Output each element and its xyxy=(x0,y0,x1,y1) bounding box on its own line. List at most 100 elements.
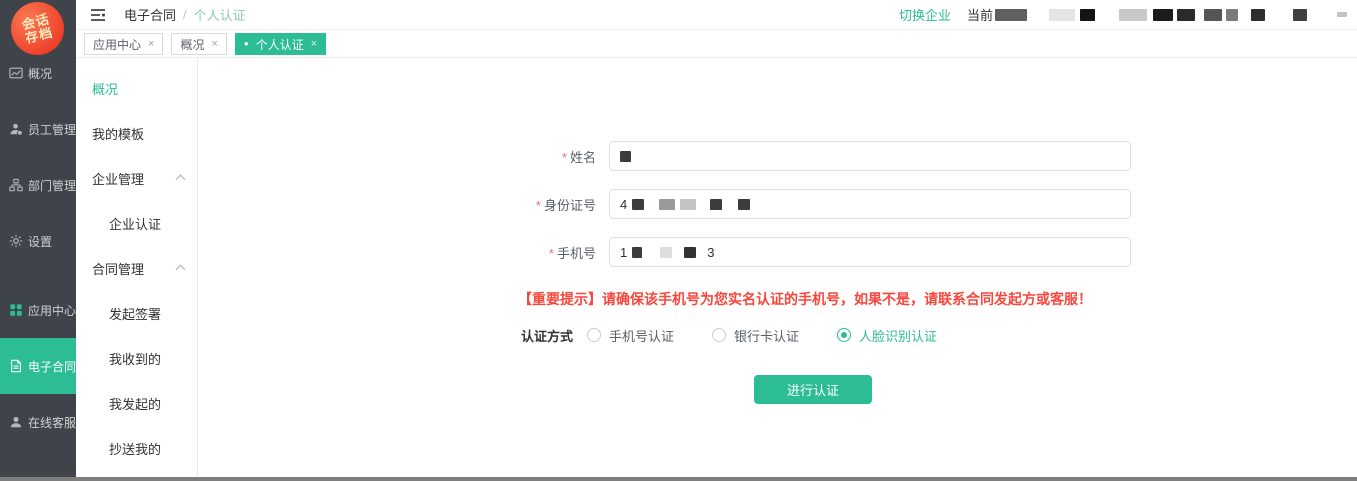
breadcrumb-separator: / xyxy=(183,7,187,22)
id-visible-prefix: 4 xyxy=(620,197,627,212)
sidebar-item-label: 设置 xyxy=(28,233,52,250)
redaction-block xyxy=(660,247,672,258)
submenu-item-initiated[interactable]: 我发起的 xyxy=(76,381,197,426)
sidebar-item-label: 员工管理 xyxy=(28,121,76,138)
tab-personal-auth[interactable]: ● 个人认证 × xyxy=(235,33,326,55)
redaction-block xyxy=(620,151,631,162)
tab-label: 概况 xyxy=(180,36,204,53)
redaction-block xyxy=(1293,9,1307,21)
redaction-block xyxy=(1153,9,1173,21)
sidebar-item-online-service[interactable]: 在线客服 xyxy=(0,394,76,450)
redaction-block xyxy=(684,247,696,258)
important-notice-text: 【重要提示】请确保该手机号为您实名认证的手机号，如果不是，请联系合同发起方或客服… xyxy=(479,289,1131,309)
submenu-item-contract-mgmt[interactable]: 合同管理 xyxy=(76,246,197,291)
redaction-block xyxy=(659,199,675,210)
phone-input[interactable]: 1 3 xyxy=(609,237,1131,267)
secondary-sidebar: 概况 我的模板 企业管理 企业认证 合同管理 发起签署 我收到的 我发起的 抄送… xyxy=(76,58,198,477)
submenu-label: 企业管理 xyxy=(92,169,144,188)
form-row-name: *姓名 xyxy=(479,141,1131,171)
field-label-text: 身份证号 xyxy=(544,198,596,213)
tabbar: 应用中心 × 概况 × ● 个人认证 × xyxy=(76,31,1357,58)
submenu-label: 企业认证 xyxy=(109,214,161,233)
gear-icon xyxy=(9,234,23,248)
radio-circle-icon[interactable] xyxy=(587,328,601,342)
radio-circle-icon[interactable] xyxy=(837,328,851,342)
radio-face-auth[interactable]: 人脸识别认证 xyxy=(837,326,937,345)
redaction-block xyxy=(1119,9,1147,21)
tab-overview[interactable]: 概况 × xyxy=(171,33,226,55)
grid-icon xyxy=(9,303,23,317)
sidebar-item-employees[interactable]: 员工管理 xyxy=(0,101,76,157)
primary-nav-bottom: 应用中心 电子合同 在线客服 xyxy=(0,282,76,450)
submenu-label: 合同管理 xyxy=(92,259,144,278)
sidebar-item-app-center[interactable]: 应用中心 xyxy=(0,282,76,338)
submenu-label: 我的模板 xyxy=(92,124,144,143)
form-row-id-number: *身份证号 4 xyxy=(479,189,1131,219)
close-icon[interactable]: × xyxy=(311,38,317,50)
sidebar-item-e-contract[interactable]: 电子合同 xyxy=(0,338,76,394)
topbar: 电子合同 / 个人认证 切换企业 当前 xyxy=(76,0,1357,30)
submenu-label: 抄送我的 xyxy=(109,439,161,458)
sidebar-item-settings[interactable]: 设置 xyxy=(0,213,76,269)
switch-company-link[interactable]: 切换企业 xyxy=(899,5,951,24)
submenu-item-enterprise-mgmt[interactable]: 企业管理 xyxy=(76,156,197,201)
auth-method-label: 认证方式 xyxy=(521,326,573,345)
close-icon[interactable]: × xyxy=(148,38,154,50)
user-icon xyxy=(9,122,23,136)
field-label-text: 姓名 xyxy=(570,150,596,165)
chevron-up-icon xyxy=(176,175,186,185)
required-mark: * xyxy=(562,150,567,165)
required-mark: * xyxy=(549,246,554,261)
submenu-label: 我发起的 xyxy=(109,394,161,413)
redaction-block xyxy=(1226,9,1238,21)
radio-label: 银行卡认证 xyxy=(734,326,799,345)
name-label: *姓名 xyxy=(479,147,609,166)
phone-visible-suffix: 3 xyxy=(707,245,714,260)
breadcrumb-current-page: 个人认证 xyxy=(194,5,246,24)
menu-fold-icon[interactable] xyxy=(90,8,106,22)
main-content: *姓名 *身份证号 4 *手机号 1 xyxy=(199,58,1357,477)
radio-circle-icon[interactable] xyxy=(712,328,726,342)
org-icon xyxy=(9,178,23,192)
id-number-input[interactable]: 4 xyxy=(609,189,1131,219)
proceed-auth-button[interactable]: 进行认证 xyxy=(754,375,872,404)
id-number-label: *身份证号 xyxy=(479,195,609,214)
name-input[interactable] xyxy=(609,141,1131,171)
personal-auth-form: *姓名 *身份证号 4 *手机号 1 xyxy=(479,141,1131,404)
primary-nav-top: 概况 员工管理 部门管理 设置 xyxy=(0,45,76,269)
sidebar-item-label: 部门管理 xyxy=(28,177,76,194)
phone-visible-prefix: 1 xyxy=(620,245,627,260)
phone-label: *手机号 xyxy=(479,243,609,262)
sidebar-item-overview[interactable]: 概况 xyxy=(0,45,76,101)
submenu-item-cc-me[interactable]: 抄送我的 xyxy=(76,426,197,471)
redaction-block xyxy=(1337,12,1347,17)
sidebar-item-label: 在线客服 xyxy=(28,414,76,431)
redaction-block xyxy=(632,247,642,258)
field-label-text: 手机号 xyxy=(557,246,596,261)
tab-app-center[interactable]: 应用中心 × xyxy=(84,33,163,55)
submenu-label: 概况 xyxy=(92,79,118,98)
submenu-item-enterprise-auth[interactable]: 企业认证 xyxy=(76,201,197,246)
service-icon xyxy=(9,415,23,429)
active-dot-icon: ● xyxy=(244,40,249,48)
radio-bankcard-auth[interactable]: 银行卡认证 xyxy=(712,326,799,345)
radio-label: 手机号认证 xyxy=(609,326,674,345)
sidebar-item-departments[interactable]: 部门管理 xyxy=(0,157,76,213)
submenu-item-initiate-sign[interactable]: 发起签署 xyxy=(76,291,197,336)
redaction-block xyxy=(1049,9,1075,21)
current-company-redacted xyxy=(995,9,1347,21)
submenu-label: 发起签署 xyxy=(109,304,161,323)
breadcrumb-app[interactable]: 电子合同 xyxy=(124,5,176,24)
submenu-item-received[interactable]: 我收到的 xyxy=(76,336,197,381)
submenu-item-my-templates[interactable]: 我的模板 xyxy=(76,111,197,156)
redaction-block xyxy=(738,199,750,210)
redaction-block xyxy=(995,9,1027,21)
bottom-scrollbar[interactable] xyxy=(0,477,1357,481)
close-icon[interactable]: × xyxy=(211,38,217,50)
redaction-block xyxy=(710,199,722,210)
tab-label: 个人认证 xyxy=(256,36,304,53)
submenu-item-overview[interactable]: 概况 xyxy=(76,66,197,111)
redaction-block xyxy=(680,199,696,210)
radio-phone-auth[interactable]: 手机号认证 xyxy=(587,326,674,345)
required-mark: * xyxy=(536,198,541,213)
